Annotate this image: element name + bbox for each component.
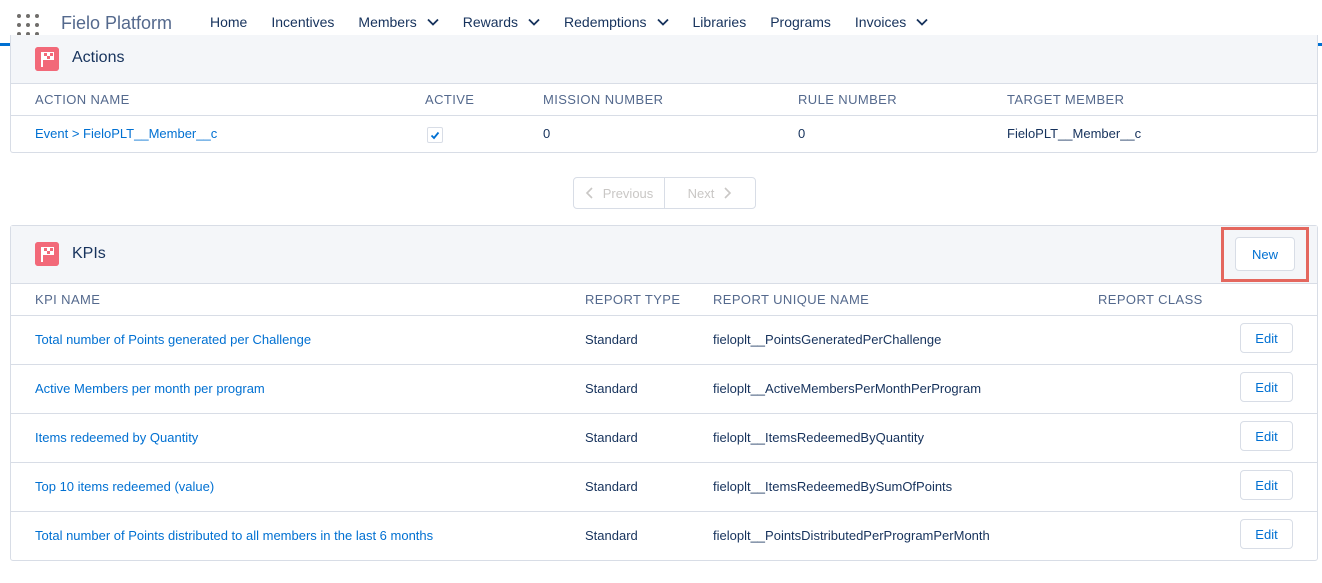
column-header[interactable]: KPI NAME bbox=[35, 292, 100, 307]
table-header-row: ACTION NAME ACTIVE MISSION NUMBER RULE N… bbox=[11, 83, 1317, 116]
table-row: Top 10 items redeemed (value) Standard f… bbox=[11, 463, 1317, 512]
flag-icon bbox=[35, 47, 59, 71]
table-row: Active Members per month per program Sta… bbox=[11, 365, 1317, 414]
new-kpi-button[interactable]: New bbox=[1235, 237, 1295, 271]
nav-item-label: Invoices bbox=[854, 13, 907, 30]
pagination: Previous Next bbox=[573, 177, 756, 209]
edit-button[interactable]: Edit bbox=[1240, 470, 1293, 500]
nav-item-label: Incentives bbox=[271, 13, 335, 30]
previous-label: Previous bbox=[602, 185, 654, 201]
table-header-row: KPI NAME REPORT TYPE REPORT UNIQUE NAME … bbox=[11, 283, 1317, 316]
nav-item-label: Libraries bbox=[692, 13, 747, 30]
column-header[interactable]: REPORT UNIQUE NAME bbox=[713, 292, 869, 307]
actions-card: Actions ACTION NAME ACTIVE MISSION NUMBE… bbox=[10, 35, 1318, 153]
report-type: Standard bbox=[585, 528, 638, 543]
rule-number: 0 bbox=[798, 126, 806, 141]
app-launcher-icon[interactable] bbox=[17, 14, 39, 36]
column-header[interactable]: ACTION NAME bbox=[35, 92, 130, 107]
column-header[interactable]: ACTIVE bbox=[425, 92, 474, 107]
active-checkbox bbox=[427, 127, 443, 143]
nav-item-label: Redemptions bbox=[564, 13, 647, 30]
report-unique-name: fieloplt__ItemsRedeemedBySumOfPoints bbox=[713, 479, 953, 494]
edit-button[interactable]: Edit bbox=[1240, 323, 1293, 353]
previous-button[interactable]: Previous bbox=[574, 178, 664, 208]
flag-icon bbox=[35, 242, 59, 266]
kpi-name-link[interactable]: Total number of Points generated per Cha… bbox=[35, 332, 311, 347]
nav-item-label: Rewards bbox=[462, 13, 519, 30]
report-unique-name: fieloplt__ItemsRedeemedByQuantity bbox=[713, 430, 925, 445]
kpi-name-link[interactable]: Active Members per month per program bbox=[35, 381, 265, 396]
kpis-card-title: KPIs bbox=[72, 245, 106, 262]
chevron-left-icon bbox=[585, 187, 593, 199]
nav-item-label: Home bbox=[210, 13, 248, 30]
report-type: Standard bbox=[585, 479, 638, 494]
app-name: Fielo Platform bbox=[61, 13, 173, 33]
target-member: FieloPLT__Member__c bbox=[1007, 126, 1142, 141]
mission-number: 0 bbox=[543, 126, 551, 141]
chevron-down-icon[interactable] bbox=[528, 16, 540, 28]
column-header[interactable]: MISSION NUMBER bbox=[543, 92, 663, 107]
edit-button[interactable]: Edit bbox=[1240, 372, 1293, 402]
actions-card-title: Actions bbox=[72, 49, 125, 66]
chevron-down-icon[interactable] bbox=[427, 16, 439, 28]
column-header[interactable]: TARGET MEMBER bbox=[1007, 92, 1124, 107]
table-row: Items redeemed by Quantity Standard fiel… bbox=[11, 414, 1317, 463]
report-type: Standard bbox=[585, 332, 638, 347]
chevron-down-icon[interactable] bbox=[916, 16, 928, 28]
report-type: Standard bbox=[585, 381, 638, 396]
next-label: Next bbox=[687, 185, 715, 201]
chevron-right-icon bbox=[724, 187, 732, 199]
column-header[interactable]: REPORT TYPE bbox=[585, 292, 680, 307]
chevron-down-icon[interactable] bbox=[656, 16, 669, 28]
report-unique-name: fieloplt__PointsDistributedPerProgramPer… bbox=[713, 528, 990, 543]
kpi-name-link[interactable]: Total number of Points distributed to al… bbox=[35, 528, 433, 543]
checkmark-icon bbox=[430, 131, 440, 140]
column-header[interactable]: RULE NUMBER bbox=[798, 92, 897, 107]
action-name-link[interactable]: Event > FieloPLT__Member__c bbox=[35, 126, 217, 141]
table-row: Total number of Points distributed to al… bbox=[11, 512, 1317, 560]
column-header[interactable]: REPORT CLASS bbox=[1098, 292, 1203, 307]
kpi-name-link[interactable]: Top 10 items redeemed (value) bbox=[35, 479, 214, 494]
report-unique-name: fieloplt__ActiveMembersPerMonthPerProgra… bbox=[713, 381, 982, 396]
kpis-card: KPIs KPI NAME REPORT TYPE REPORT UNIQUE … bbox=[10, 225, 1318, 561]
kpi-name-link[interactable]: Items redeemed by Quantity bbox=[35, 430, 198, 445]
next-button[interactable]: Next bbox=[664, 178, 755, 208]
edit-button[interactable]: Edit bbox=[1240, 519, 1293, 549]
edit-button[interactable]: Edit bbox=[1240, 421, 1293, 451]
table-row: Total number of Points generated per Cha… bbox=[11, 316, 1317, 365]
nav-item-label: Members bbox=[358, 13, 417, 30]
kpis-card-header: KPIs bbox=[11, 226, 1317, 284]
table-row: Event > FieloPLT__Member__c 0 0 FieloPLT… bbox=[11, 116, 1317, 151]
actions-card-header: Actions bbox=[11, 35, 1317, 84]
report-unique-name: fieloplt__PointsGeneratedPerChallenge bbox=[713, 332, 942, 347]
nav-item-label: Programs bbox=[770, 13, 831, 30]
report-type: Standard bbox=[585, 430, 638, 445]
